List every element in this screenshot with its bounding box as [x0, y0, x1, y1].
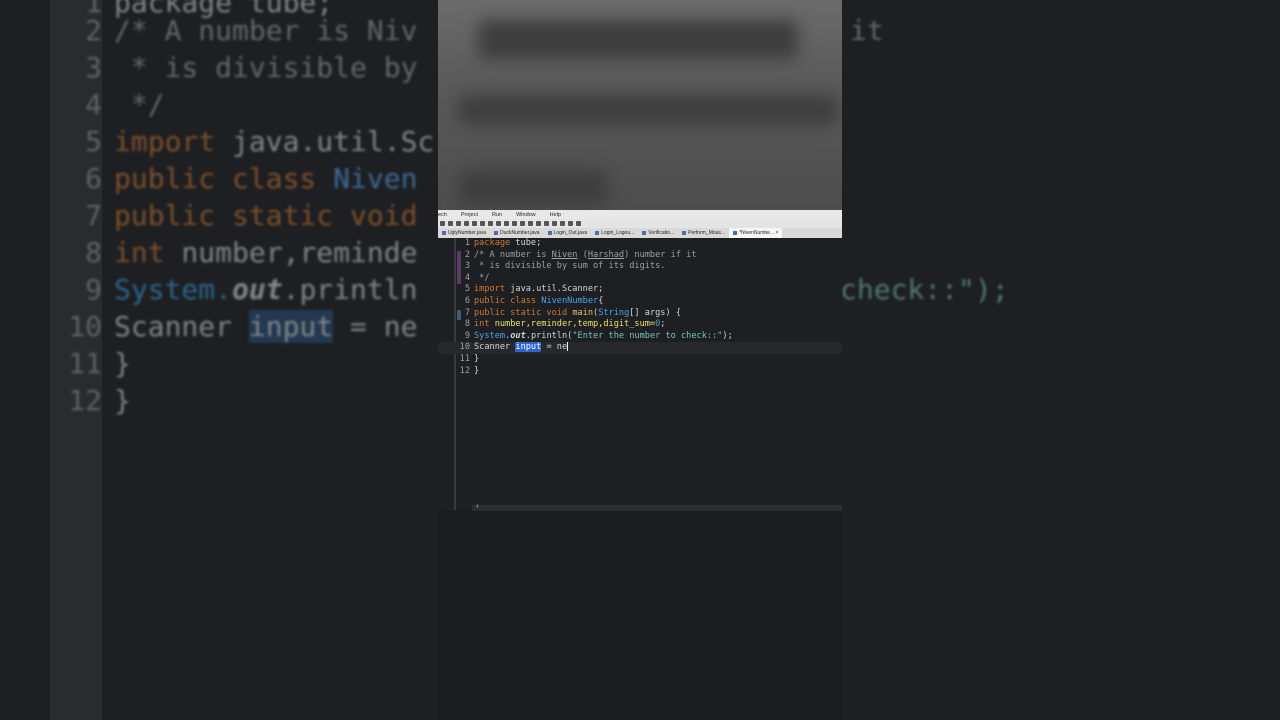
menu-item-help[interactable]: Help [550, 212, 561, 218]
bg-code-line: 11} [68, 347, 131, 380]
bg-code-line: 9 System.out.println [85, 273, 418, 306]
scroll-left-icon[interactable]: ‹ [476, 502, 479, 510]
menu-item-search[interactable]: ech [438, 212, 447, 218]
bg-code-line: 7 public static void [85, 199, 418, 232]
tab-login-logout[interactable]: Login_Logou... [591, 228, 638, 238]
bg-code-line: 10 Scanner input = ne [68, 310, 418, 343]
code-line: 7 public static void main(String[] args) … [464, 307, 681, 318]
code-line: 8 int number,reminder,temp,digit_sum=0; [464, 319, 666, 330]
code-line: 3 * is divisible by sum of its digits. [464, 261, 666, 272]
selected-identifier[interactable]: input [515, 342, 542, 353]
toolbar-button-icon[interactable] [448, 221, 453, 226]
java-file-icon [642, 230, 647, 235]
bg-right-text: it [850, 14, 884, 47]
code-line: 2/* A number is Niven (Harshad) number i… [464, 249, 697, 260]
toolbar-button-icon[interactable] [504, 221, 509, 226]
toolbar-button-icon[interactable] [488, 221, 493, 226]
text-cursor [567, 342, 569, 352]
tab-verification[interactable]: Verificatio... [638, 228, 678, 238]
ide-window-panel: ech Project Run Window Help UglyNumber.j… [438, 0, 842, 720]
menu-item-window[interactable]: Window [516, 212, 536, 218]
bg-code-line: 8 int number,reminde [85, 236, 418, 269]
code-line: 12} [459, 365, 480, 376]
toolbar-button-icon[interactable] [512, 221, 517, 226]
toolbar-button-icon[interactable] [568, 221, 573, 226]
code-line: 5 import java.util.Scanner; [464, 284, 604, 295]
bg-code-line: 5 import java.util.Sc [85, 125, 435, 158]
bg-code-line: 2/* A number is Niv [85, 14, 418, 47]
tab-nivennumber[interactable]: *NivenNumbe... × [729, 228, 783, 238]
code-line: 1 package tube; [464, 238, 542, 248]
toolbar-button-icon[interactable] [544, 221, 549, 226]
code-editor[interactable]: 1 package tube; 2/* A number is Niven (Ha… [438, 238, 842, 510]
editor-tab-bar: UglyNumber.java DuckNumber.java Login_Ou… [438, 228, 842, 238]
toolbar-button-icon[interactable] [576, 221, 581, 226]
java-file-icon [442, 230, 446, 235]
toolbar-button-icon[interactable] [480, 221, 485, 226]
toolbar-button-icon[interactable] [464, 221, 469, 226]
code-line: 4 */ [464, 272, 490, 283]
menu-bar: ech Project Run Window Help [438, 210, 842, 219]
blurred-top-area [438, 0, 842, 210]
tab-uglynumber[interactable]: UglyNumber.java [438, 228, 490, 238]
toolbar [438, 219, 842, 228]
toolbar-button-icon[interactable] [440, 221, 445, 226]
bg-right-text: check::"); [840, 273, 1009, 306]
toolbar-button-icon[interactable] [496, 221, 501, 226]
java-file-icon [733, 230, 738, 235]
tab-ducknumber[interactable]: DuckNumber.java [490, 228, 543, 238]
java-file-icon [682, 230, 687, 235]
java-file-icon [494, 230, 499, 235]
toolbar-button-icon[interactable] [528, 221, 533, 226]
toolbar-button-icon[interactable] [472, 221, 477, 226]
java-file-icon [547, 230, 552, 235]
bg-code-line: 6 public class Niven [85, 162, 418, 195]
toolbar-button-icon[interactable] [456, 221, 461, 226]
bg-code-line: 4 */ [85, 88, 165, 121]
tab-perform-mouse[interactable]: Perform_Mous... [678, 228, 729, 238]
code-line: 9 System.out.println("Enter the number to… [464, 330, 733, 341]
code-line: 6 public class NivenNumber{ [464, 296, 604, 306]
bg-code-line: 3 * is divisible by [85, 51, 418, 84]
toolbar-button-icon[interactable] [520, 221, 525, 226]
horizontal-scrollbar[interactable]: ‹ [472, 502, 842, 511]
toolbar-button-icon[interactable] [552, 221, 557, 226]
close-tab-icon[interactable]: × [776, 230, 779, 236]
bg-code-line: 12} [68, 384, 131, 417]
code-line: 11} [459, 354, 480, 364]
java-file-icon [595, 230, 600, 235]
menu-item-project[interactable]: Project [461, 212, 478, 218]
menu-item-run[interactable]: Run [492, 212, 502, 218]
current-code-line: 10 Scanner input = ne [438, 342, 842, 354]
toolbar-button-icon[interactable] [560, 221, 565, 226]
tab-login-out[interactable]: Login_Out.java [544, 228, 592, 238]
toolbar-button-icon[interactable] [536, 221, 541, 226]
